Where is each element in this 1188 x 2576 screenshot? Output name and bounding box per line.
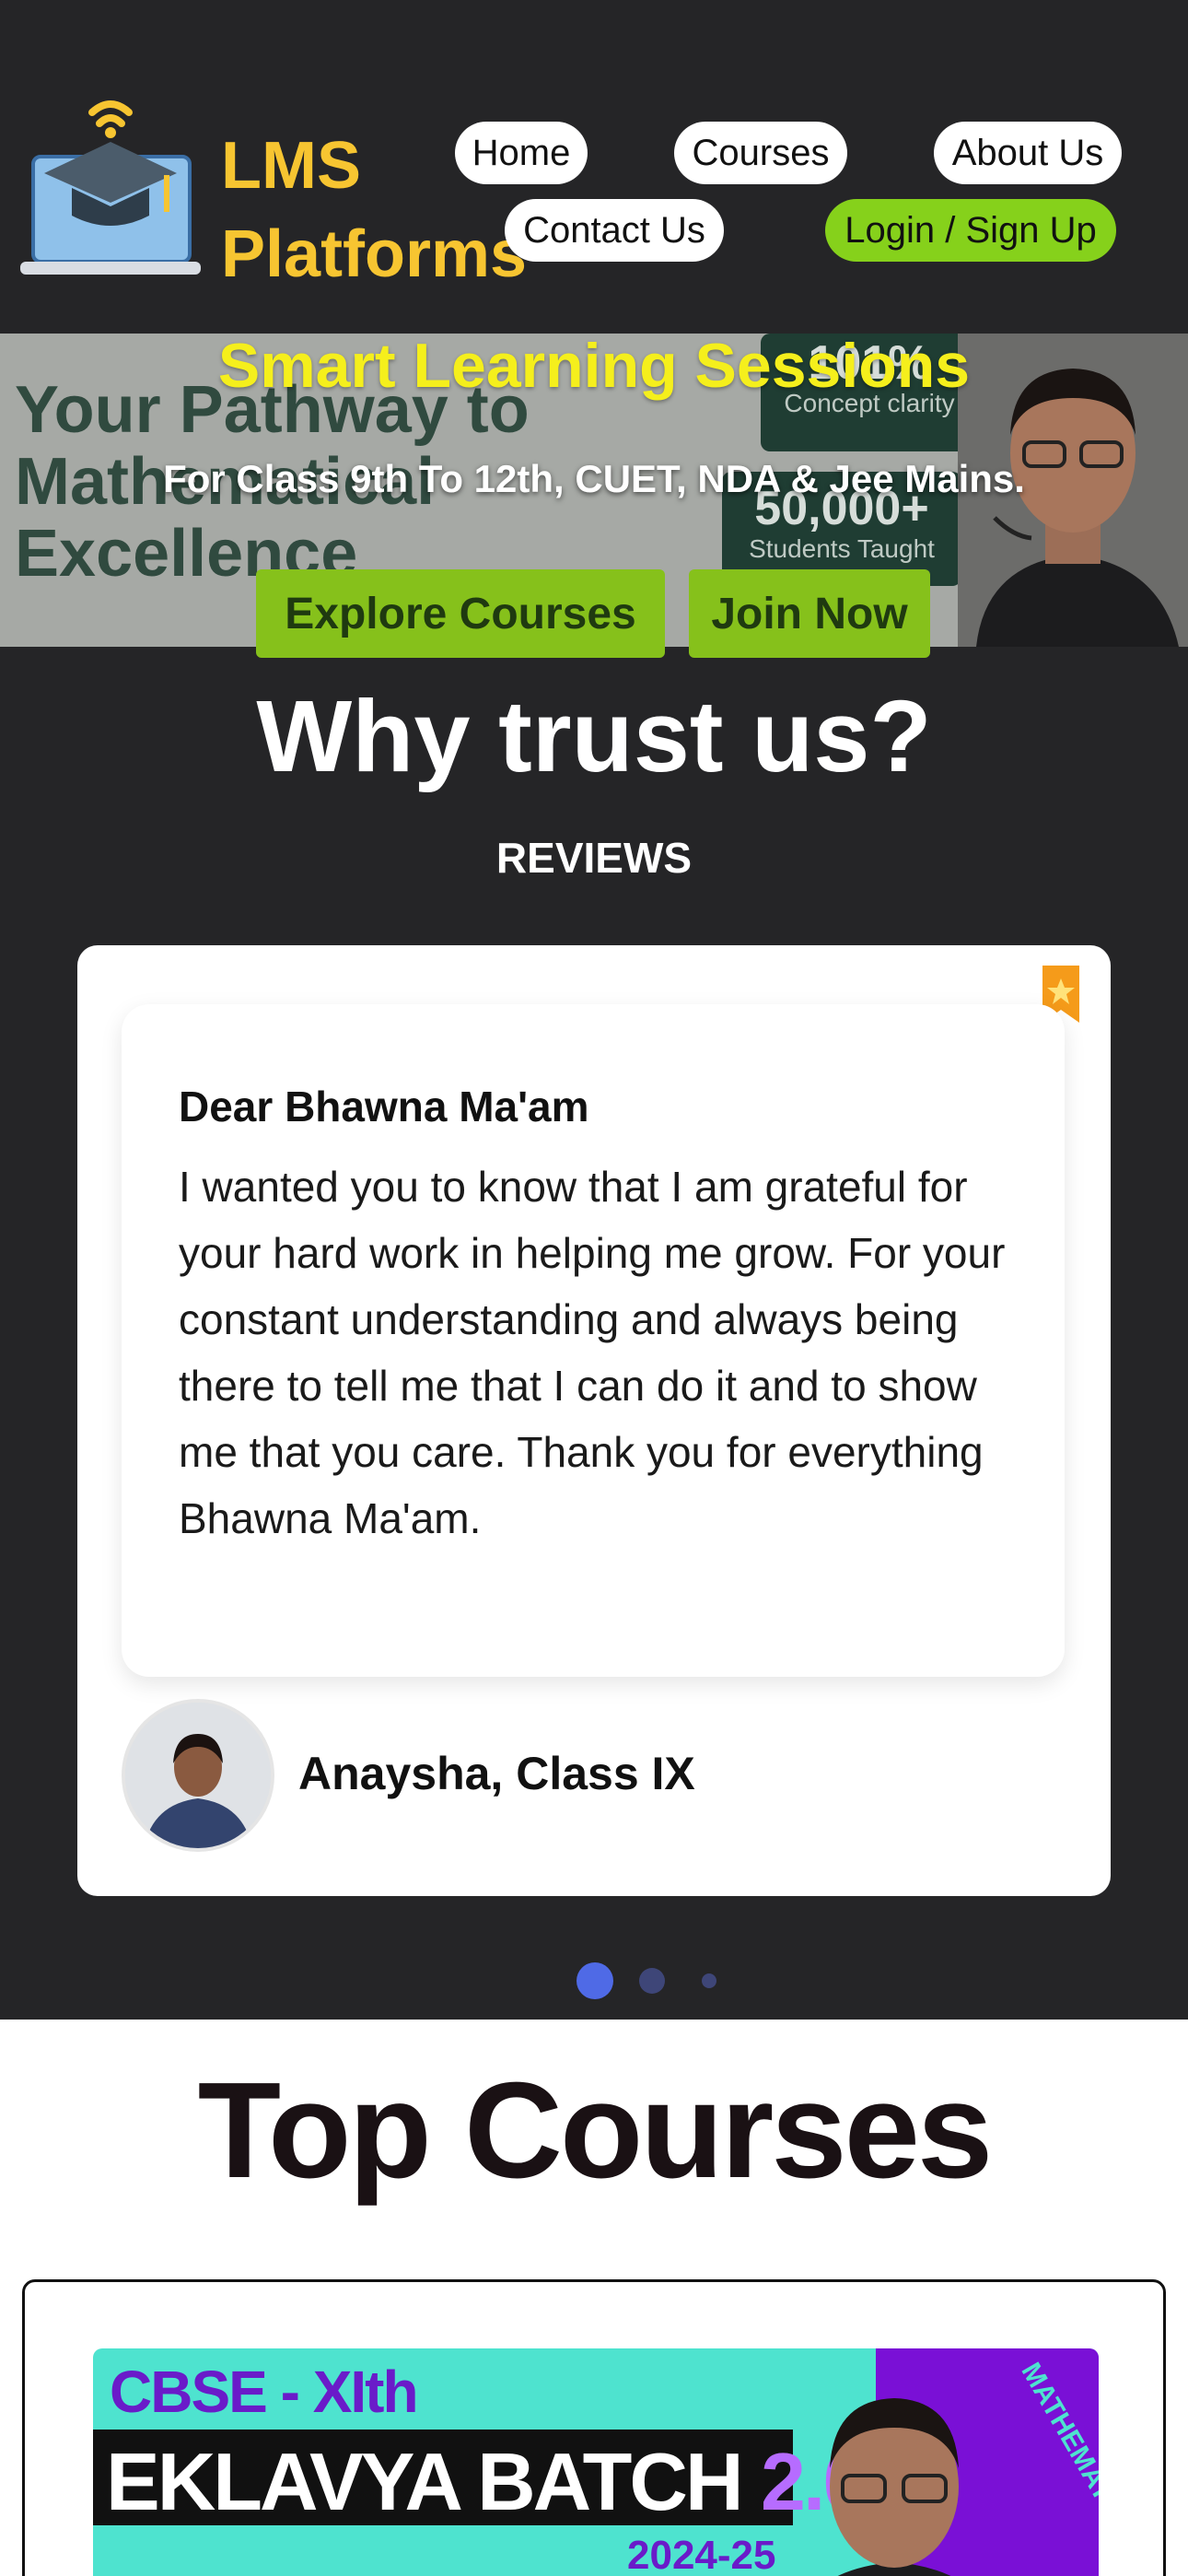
join-now-button[interactable]: Join Now bbox=[689, 569, 930, 658]
reviewer-photo bbox=[125, 1703, 271, 1848]
review-heading: Dear Bhawna Ma'am bbox=[179, 1083, 589, 1130]
course-name-text: EKLAVYA BATCH bbox=[106, 2436, 743, 2527]
nav-courses-link[interactable]: Courses bbox=[674, 122, 847, 184]
review-body: I wanted you to know that I am grateful … bbox=[179, 1163, 1006, 1542]
review-card: Dear Bhawna Ma'am I wanted you to know t… bbox=[77, 945, 1111, 1896]
explore-courses-button[interactable]: Explore Courses bbox=[256, 569, 665, 658]
reviews-label: REVIEWS bbox=[495, 834, 693, 882]
top-courses-section: Top Courses CBSE - XIth EKLAVYA BATCH 2.… bbox=[0, 2020, 1188, 2576]
review-message-box: Dear Bhawna Ma'am I wanted you to know t… bbox=[122, 1004, 1065, 1677]
nav-about-link[interactable]: About Us bbox=[934, 122, 1122, 184]
carousel-dot-1[interactable] bbox=[577, 1962, 613, 1999]
carousel-dot-2[interactable] bbox=[639, 1968, 665, 1994]
reviewer-name: Anaysha, Class IX bbox=[298, 1748, 695, 1799]
brand-line2: Platforms bbox=[221, 217, 528, 291]
login-signup-button[interactable]: Login / Sign Up bbox=[825, 199, 1116, 262]
stat2-label: Students Taught bbox=[749, 534, 935, 563]
course-name: EKLAVYA BATCH 2.0 bbox=[106, 2435, 868, 2529]
carousel-dot-3[interactable] bbox=[702, 1973, 716, 1988]
course-card[interactable]: CBSE - XIth EKLAVYA BATCH 2.0 2024-25 MA… bbox=[22, 2279, 1166, 2576]
section-title-trust: Why trust us? bbox=[256, 680, 932, 793]
course-class-label: CBSE - XIth bbox=[110, 2359, 419, 2425]
laptop-graduation-cap-icon[interactable] bbox=[20, 96, 221, 280]
hero-title: Smart Learning Sessions bbox=[217, 331, 971, 401]
course-banner-image: CBSE - XIth EKLAVYA BATCH 2.0 2024-25 MA… bbox=[93, 2348, 1099, 2576]
hero-subtitle: For Class 9th To 12th, CUET, NDA & Jee M… bbox=[163, 457, 1025, 500]
course-teacher-photo bbox=[830, 2398, 959, 2576]
nav-home-link[interactable]: Home bbox=[455, 122, 588, 184]
course-year: 2024-25 bbox=[627, 2533, 776, 2576]
reviewer-avatar bbox=[122, 1699, 274, 1852]
nav-contact-link[interactable]: Contact Us bbox=[505, 199, 724, 262]
site-header: LMS Platforms Home Courses About Us Cont… bbox=[0, 0, 1188, 334]
section-title-courses: Top Courses bbox=[197, 2055, 994, 2207]
